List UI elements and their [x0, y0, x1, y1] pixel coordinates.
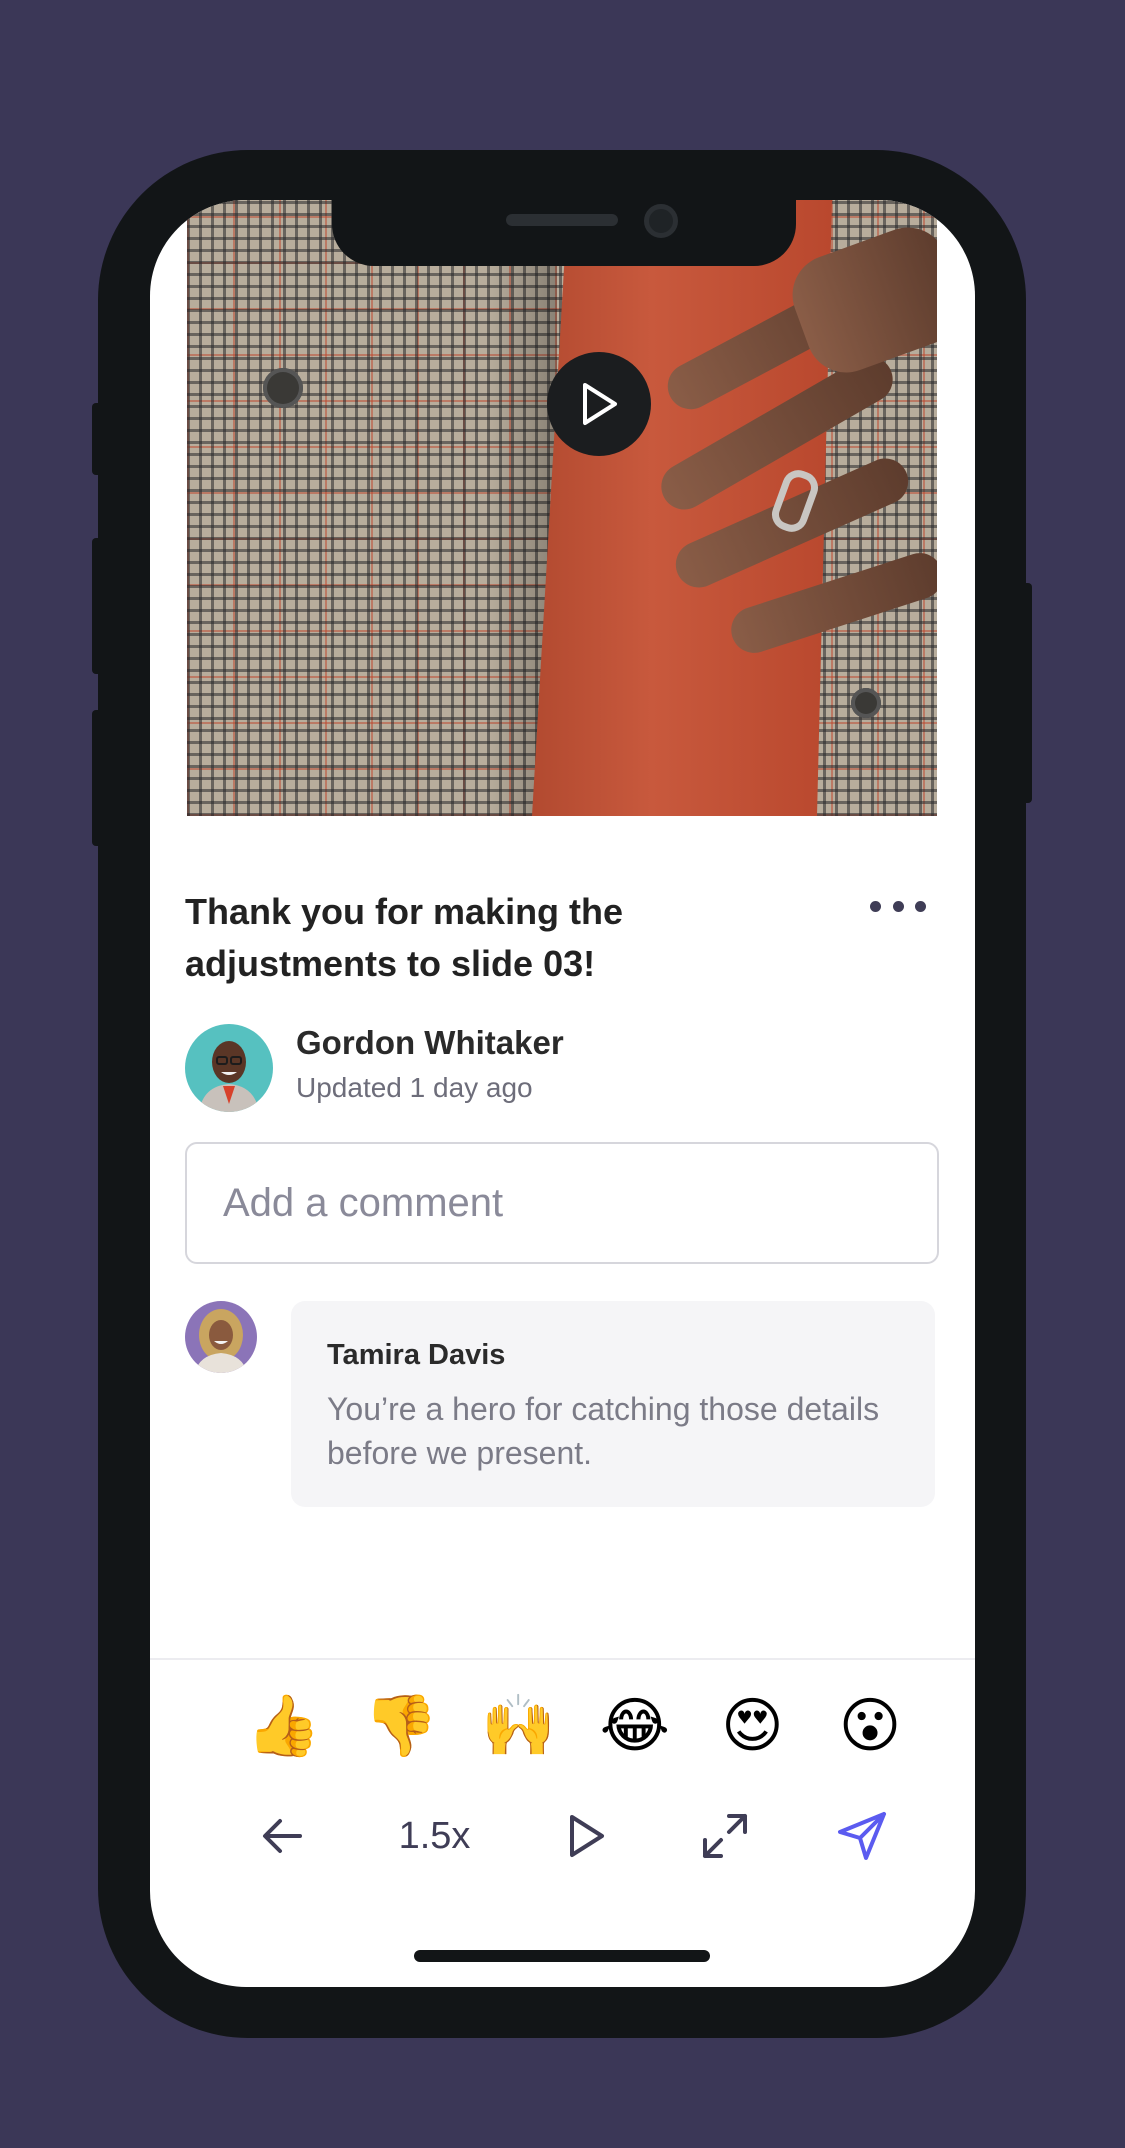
more-options-icon[interactable]	[870, 894, 926, 918]
post-title: Thank you for making the adjustments to …	[185, 891, 624, 984]
jacket-button	[263, 368, 303, 408]
comment-text: You’re a hero for catching those details…	[327, 1391, 880, 1471]
comment-input[interactable]	[185, 1142, 939, 1264]
jacket-button	[851, 688, 881, 718]
expand-icon	[702, 1814, 747, 1858]
comment-author[interactable]: Tamira Davis	[327, 1339, 505, 1372]
play-button[interactable]	[547, 1796, 627, 1876]
video-thumbnail[interactable]	[187, 200, 937, 816]
app-screen: Thank you for making the adjustments to …	[150, 200, 975, 1987]
playback-controls: 1.5x	[242, 1796, 902, 1876]
author-avatar-image	[185, 1024, 273, 1112]
commenter-avatar-image	[185, 1301, 257, 1373]
play-icon	[583, 383, 617, 425]
raised-hands-icon[interactable]: 🙌	[481, 1690, 556, 1762]
reaction-bar: 👍 👎 🙌 😂 😍 😮	[246, 1690, 906, 1762]
heart-eyes-icon[interactable]: 😍	[716, 1690, 788, 1762]
tears-of-joy-icon[interactable]: 😂	[599, 1690, 671, 1762]
comment-bubble: Tamira Davis You’re a hero for catching …	[291, 1301, 935, 1507]
playback-speed-button[interactable]: 1.5x	[380, 1796, 490, 1876]
dot	[915, 900, 926, 912]
thumbs-down-icon[interactable]: 👎	[364, 1690, 439, 1762]
dot	[892, 900, 904, 912]
video-play-button[interactable]	[547, 352, 651, 456]
speaker-grille	[506, 214, 618, 226]
fullscreen-button[interactable]	[685, 1796, 765, 1876]
send-icon	[838, 1812, 886, 1860]
divider	[150, 1658, 975, 1660]
surprised-face-icon[interactable]: 😮	[834, 1690, 906, 1762]
back-button[interactable]	[242, 1796, 322, 1876]
send-button[interactable]	[822, 1796, 902, 1876]
phone-notch	[332, 190, 796, 266]
author-name[interactable]: Gordon Whitaker	[296, 1024, 564, 1062]
camera-icon	[644, 204, 678, 238]
thumbs-up-icon[interactable]: 👍	[246, 1690, 321, 1762]
dot	[870, 900, 881, 912]
commenter-avatar[interactable]	[185, 1301, 257, 1373]
back-arrow-icon	[263, 1819, 302, 1853]
home-indicator[interactable]	[414, 1950, 710, 1962]
author-avatar[interactable]	[185, 1024, 273, 1112]
updated-timestamp: Updated 1 day ago	[296, 1072, 533, 1103]
play-icon	[570, 1815, 604, 1857]
